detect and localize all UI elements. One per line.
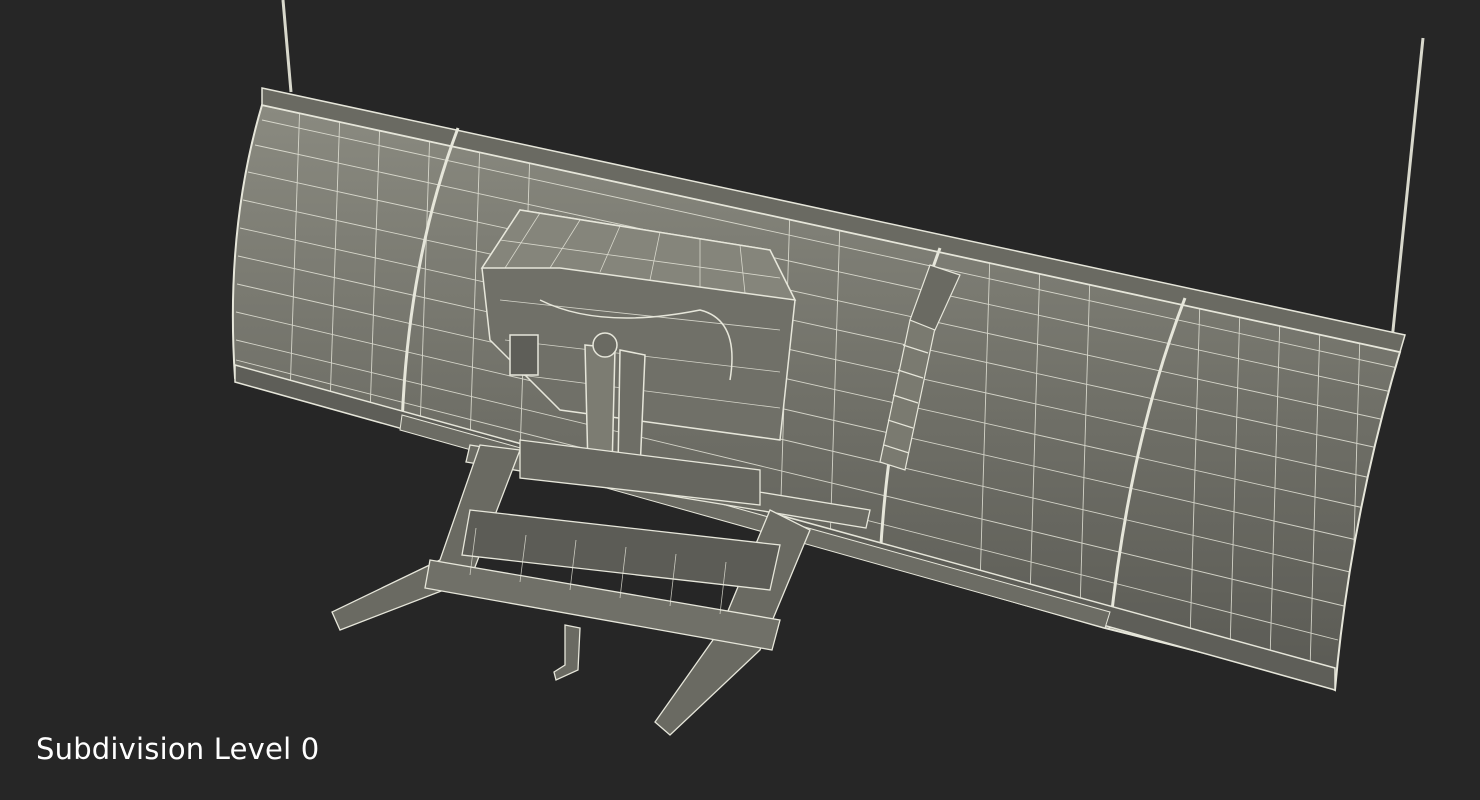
mount-frame [331,439,811,736]
snow-plow-wireframe-render [231,0,1425,736]
subdivision-level-caption: Subdivision Level 0 [36,732,320,766]
render-viewport: Subdivision Level 0 [0,0,1480,800]
